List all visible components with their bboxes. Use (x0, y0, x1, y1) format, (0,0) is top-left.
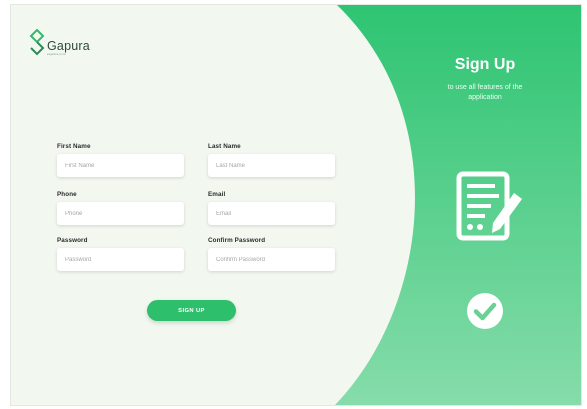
sign-up-button[interactable]: SIGN UP (147, 300, 236, 321)
password-field-group: Password (57, 237, 184, 271)
password-label: Password (57, 237, 88, 244)
brand-name: Gapura (47, 39, 90, 53)
last-name-label: Last Name (208, 143, 241, 150)
signup-page: Gapura angkasa pura First Name Last Name… (11, 5, 581, 405)
brand-logo: Gapura angkasa pura (29, 29, 90, 57)
brand-tagline: angkasa pura (47, 53, 66, 56)
phone-label: Phone (57, 191, 77, 198)
confirm-password-input[interactable] (208, 248, 335, 271)
last-name-input[interactable] (208, 154, 335, 177)
confirm-password-field-group: Confirm Password (208, 237, 335, 271)
document-edit-icon (456, 171, 522, 241)
panel-subtitle: to use all features of the application (447, 84, 523, 101)
logo-mark-icon (29, 29, 45, 56)
phone-input[interactable] (57, 202, 184, 225)
panel-title: Sign Up (454, 56, 516, 73)
confirm-password-label: Confirm Password (208, 237, 266, 244)
checkmark-circle-icon (467, 293, 503, 329)
email-label: Email (208, 191, 226, 198)
phone-field-group: Phone (57, 191, 184, 225)
first-name-input[interactable] (57, 154, 184, 177)
email-field-group: Email (208, 191, 335, 225)
first-name-label: First Name (57, 143, 91, 150)
first-name-field-group: First Name (57, 143, 184, 177)
last-name-field-group: Last Name (208, 143, 335, 177)
email-input[interactable] (208, 202, 335, 225)
password-input[interactable] (57, 248, 184, 271)
